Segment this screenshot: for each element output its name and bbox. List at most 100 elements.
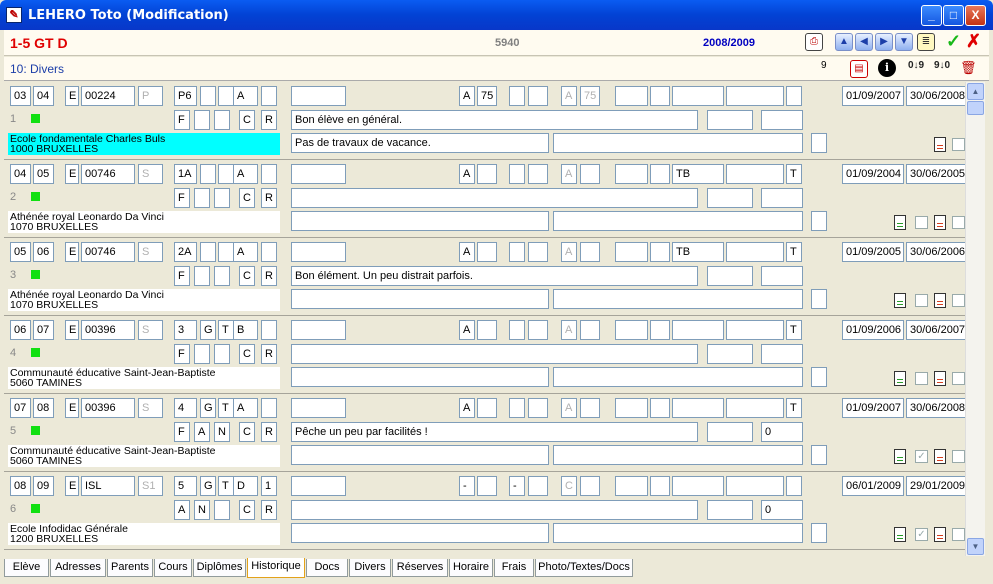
mark-field[interactable] bbox=[291, 476, 346, 496]
flag-c-field[interactable] bbox=[214, 266, 230, 286]
doc-orange-icon[interactable] bbox=[934, 293, 946, 308]
remark-2-field[interactable] bbox=[553, 445, 803, 465]
doc-checkbox-2[interactable] bbox=[952, 372, 965, 385]
mark-field[interactable] bbox=[291, 320, 346, 340]
vertical-scrollbar[interactable]: ▲ ▼ bbox=[965, 82, 985, 556]
school-code-field[interactable]: 00746 bbox=[81, 242, 135, 262]
behaviour-2-field[interactable] bbox=[650, 398, 670, 418]
result-c2-field[interactable] bbox=[580, 320, 600, 340]
remark-2-field[interactable] bbox=[553, 211, 803, 231]
remark-field[interactable] bbox=[291, 289, 549, 309]
flag-c-field[interactable]: C bbox=[239, 110, 255, 130]
option-g-field[interactable]: G bbox=[200, 476, 216, 496]
remark-flag-field[interactable] bbox=[811, 289, 827, 309]
doc-checkbox[interactable] bbox=[915, 294, 928, 307]
result-value-field[interactable] bbox=[477, 242, 497, 262]
type-field[interactable]: E bbox=[65, 398, 79, 418]
cancel-button[interactable]: ✗ bbox=[966, 31, 981, 52]
behaviour-2-field[interactable] bbox=[650, 86, 670, 106]
remark-2-field[interactable] bbox=[553, 523, 803, 543]
behaviour-field[interactable] bbox=[615, 320, 648, 340]
level-field[interactable]: S1 bbox=[138, 476, 163, 496]
flag-a-field[interactable]: F bbox=[174, 344, 190, 364]
date-start-field[interactable]: 01/09/2007 bbox=[842, 398, 904, 418]
arrow-next-icon[interactable]: ▶ bbox=[875, 33, 893, 51]
date-start-field[interactable]: 01/09/2007 bbox=[842, 86, 904, 106]
result-a-field[interactable]: A bbox=[459, 320, 475, 340]
appreciation-2-field[interactable] bbox=[726, 398, 784, 418]
result-b-field[interactable]: - bbox=[509, 476, 525, 496]
result-c-field[interactable]: A bbox=[561, 86, 577, 106]
sort-desc-icon[interactable]: 9↓0 bbox=[934, 60, 950, 71]
behaviour-field[interactable] bbox=[615, 164, 648, 184]
flag-c-field[interactable] bbox=[214, 188, 230, 208]
doc-checkbox[interactable] bbox=[915, 372, 928, 385]
level-field[interactable]: S bbox=[138, 320, 163, 340]
extra-field-1[interactable] bbox=[707, 110, 753, 130]
arrow-first-icon[interactable]: ▲ bbox=[835, 33, 853, 51]
doc-checkbox-2[interactable] bbox=[952, 138, 965, 151]
flag-c-field[interactable] bbox=[214, 500, 230, 520]
class-field[interactable]: 3 bbox=[174, 320, 197, 340]
option-t-field[interactable]: T bbox=[218, 476, 234, 496]
class-field[interactable]: 1A bbox=[174, 164, 197, 184]
extra-field[interactable]: 1 bbox=[261, 476, 277, 496]
doc-green-icon[interactable] bbox=[894, 371, 906, 386]
year-end-field[interactable]: 08 bbox=[33, 398, 54, 418]
type-field[interactable]: E bbox=[65, 86, 79, 106]
doc-checkbox[interactable] bbox=[915, 216, 928, 229]
flag-c-field[interactable]: C bbox=[239, 500, 255, 520]
level-field[interactable]: S bbox=[138, 164, 163, 184]
option-t-field[interactable] bbox=[218, 164, 234, 184]
mark-field[interactable] bbox=[291, 242, 346, 262]
result-b2-field[interactable] bbox=[528, 476, 548, 496]
date-start-field[interactable]: 01/09/2005 bbox=[842, 242, 904, 262]
date-end-field[interactable]: 30/06/2008 bbox=[906, 86, 965, 106]
type-field[interactable]: E bbox=[65, 320, 79, 340]
result-c-field[interactable]: C bbox=[561, 476, 577, 496]
class-field[interactable]: 2A bbox=[174, 242, 197, 262]
grade-field[interactable]: A bbox=[233, 398, 258, 418]
remark-field[interactable] bbox=[291, 445, 549, 465]
year-end-field[interactable]: 05 bbox=[33, 164, 54, 184]
remark-field[interactable] bbox=[291, 211, 549, 231]
extra-field-2[interactable] bbox=[761, 188, 803, 208]
doc-orange-icon[interactable] bbox=[934, 371, 946, 386]
ok-button[interactable]: ✓ bbox=[946, 31, 961, 52]
remark-flag-field[interactable] bbox=[811, 523, 827, 543]
flag-c-field[interactable]: C bbox=[239, 188, 255, 208]
doc-green-icon[interactable] bbox=[894, 293, 906, 308]
flag-c-field[interactable] bbox=[214, 344, 230, 364]
tab-6[interactable]: Docs bbox=[306, 559, 348, 577]
mark-field[interactable] bbox=[291, 86, 346, 106]
result-value-field[interactable]: 75 bbox=[477, 86, 497, 106]
behaviour-field[interactable] bbox=[615, 398, 648, 418]
scroll-thumb[interactable] bbox=[967, 101, 984, 115]
appreciation-field[interactable]: TB bbox=[672, 242, 724, 262]
appreciation-2-field[interactable] bbox=[726, 164, 784, 184]
info-icon[interactable]: i bbox=[878, 59, 896, 77]
extra-field[interactable] bbox=[261, 320, 277, 340]
behaviour-field[interactable] bbox=[615, 476, 648, 496]
result-c-field[interactable]: A bbox=[561, 320, 577, 340]
result-value-field[interactable] bbox=[477, 320, 497, 340]
class-field[interactable]: 5 bbox=[174, 476, 197, 496]
grade-field[interactable]: A bbox=[233, 86, 258, 106]
option-g-field[interactable] bbox=[200, 86, 216, 106]
comment-field[interactable]: Bon élément. Un peu distrait parfois. bbox=[291, 266, 698, 286]
school-code-field[interactable]: 00746 bbox=[81, 164, 135, 184]
type-field[interactable]: E bbox=[65, 476, 79, 496]
result-a-field[interactable]: A bbox=[459, 86, 475, 106]
doc-checkbox-2[interactable] bbox=[952, 450, 965, 463]
flag-b-field[interactable]: A bbox=[194, 422, 210, 442]
printer-icon[interactable]: ⎙ bbox=[805, 33, 823, 51]
result-c2-field[interactable]: 75 bbox=[580, 86, 600, 106]
result-value-field[interactable] bbox=[477, 476, 497, 496]
flag-r-field[interactable]: R bbox=[261, 110, 277, 130]
extra-field[interactable] bbox=[261, 242, 277, 262]
doc-checkbox[interactable]: ✓ bbox=[915, 450, 928, 463]
grade-field[interactable]: A bbox=[233, 242, 258, 262]
date-start-field[interactable]: 06/01/2009 bbox=[842, 476, 904, 496]
mark-field[interactable] bbox=[291, 164, 346, 184]
result-c2-field[interactable] bbox=[580, 398, 600, 418]
